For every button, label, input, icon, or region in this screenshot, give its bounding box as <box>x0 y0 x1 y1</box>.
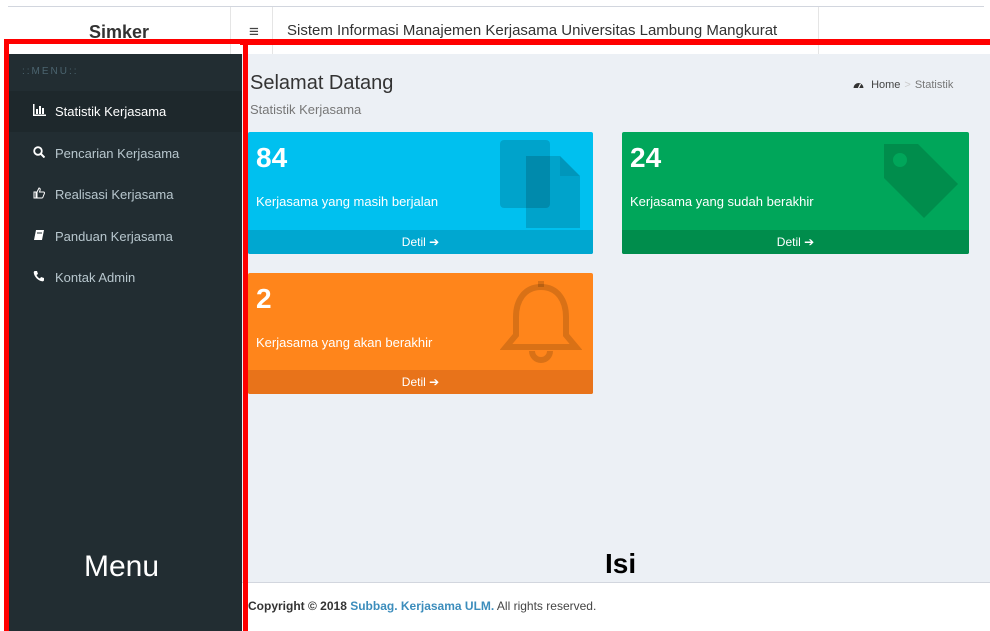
stat-box-ending-soon: 2 Kerjasama yang akan berakhir Detil ➔ <box>248 273 593 394</box>
stat-box-ended: 24 Kerjasama yang sudah berakhir Detil ➔ <box>622 132 969 254</box>
footer-link[interactable]: Subbag. Kerjasama ULM. <box>350 599 494 613</box>
content-highlight-line <box>240 39 990 45</box>
copyright-prefix: Copyright © 2018 <box>248 599 351 613</box>
copyright-suffix: All rights reserved. <box>494 599 597 613</box>
copyright-text: Copyright © 2018 Subbag. Kerjasama ULM. … <box>248 599 596 613</box>
header-divider <box>272 7 273 54</box>
app-title: Sistem Informasi Manajemen Kerjasama Uni… <box>287 22 778 39</box>
tag-icon <box>884 144 958 218</box>
detail-link[interactable]: Detil ➔ <box>622 230 969 254</box>
breadcrumb: Home > Statistik <box>853 79 953 91</box>
breadcrumb-home[interactable]: Home <box>871 79 900 91</box>
page-subtitle: Statistik Kerjasama <box>250 102 362 117</box>
annotation-menu: Menu <box>84 550 160 583</box>
stat-number: 24 <box>630 142 662 173</box>
breadcrumb-separator: > <box>904 79 911 91</box>
stat-label: Kerjasama yang masih berjalan <box>256 194 439 209</box>
breadcrumb-current: Statistik <box>914 79 954 91</box>
stat-label: Kerjasama yang sudah berakhir <box>630 194 814 209</box>
detail-link[interactable]: Detil ➔ <box>248 230 593 254</box>
stat-number: 84 <box>256 142 288 173</box>
page: Simker ≡ Sistem Informasi Manajemen Kerj… <box>0 0 990 631</box>
menu-highlight-frame <box>4 39 248 631</box>
stat-number: 2 <box>256 283 272 314</box>
copy-icon <box>500 140 580 228</box>
stat-label: Kerjasama yang akan berakhir <box>256 335 433 350</box>
header-divider <box>818 7 819 54</box>
page-title: Selamat Datang <box>250 72 394 94</box>
annotation-isi: Isi <box>605 548 637 579</box>
top-border <box>8 6 984 7</box>
stat-box-ongoing: 84 Kerjasama yang masih berjalan Detil ➔ <box>248 132 593 254</box>
dashboard-icon <box>853 79 871 91</box>
detail-link[interactable]: Detil ➔ <box>248 370 593 394</box>
bell-icon <box>500 281 582 363</box>
